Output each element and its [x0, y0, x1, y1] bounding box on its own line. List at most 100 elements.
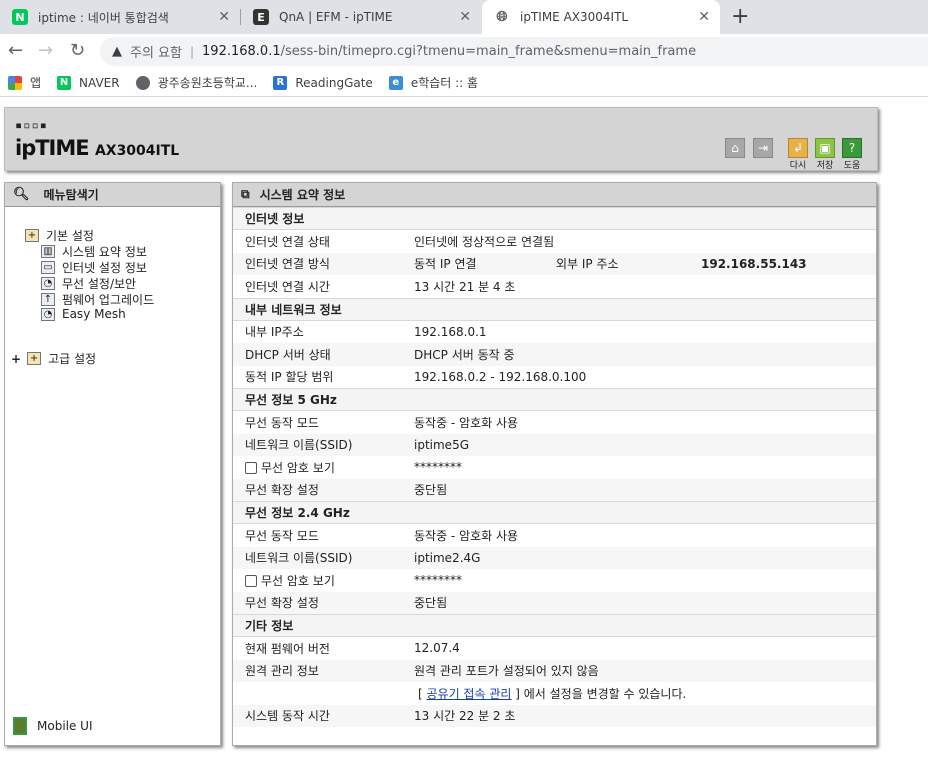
- close-icon[interactable]: ✕: [459, 9, 471, 25]
- hint-suffix: 에서 설정을 변경할 수 있습니다.: [519, 686, 687, 701]
- row-value: 중단됨: [414, 596, 448, 611]
- efm-icon: E: [253, 9, 269, 25]
- tree-label: 고급 설정: [48, 352, 97, 366]
- new-tab-button[interactable]: +: [731, 4, 749, 29]
- tab-title: QnA | EFM - ipTIME: [279, 10, 393, 24]
- row-value: 원격 관리 포트가 설정되어 있지 않음: [414, 664, 599, 679]
- mesh-icon: ◔: [41, 307, 55, 321]
- tree-label: 시스템 요약 정보: [62, 245, 147, 259]
- row-value: 중단됨: [414, 483, 448, 498]
- info-row: 인터넷 연결 시간 13 시간 21 분 4 초: [233, 275, 876, 298]
- help-label[interactable]: 도움: [839, 158, 865, 171]
- forward-icon[interactable]: →: [38, 40, 53, 61]
- monitor-icon: ▭: [41, 261, 55, 274]
- row-label: 인터넷 연결 방식: [245, 257, 330, 272]
- bookmark-label: NAVER: [79, 75, 120, 90]
- row-label: 무선 확장 설정: [245, 483, 319, 498]
- bookmark-naver[interactable]: N NAVER: [57, 75, 120, 90]
- show-password-toggle[interactable]: 무선 암호 보기: [245, 459, 335, 476]
- row-value: 인터넷에 정상적으로 연결됨: [414, 234, 555, 249]
- row-value: 13 시간 21 분 4 초: [414, 279, 516, 294]
- system-summary-panel: ⧉ 시스템 요약 정보 인터넷 정보 인터넷 연결 상태 인터넷에 정상적으로 …: [232, 182, 877, 746]
- info-row: 무선 암호 보기 ********: [233, 456, 876, 479]
- section-title: 기타 정보: [233, 614, 876, 637]
- sidebar-item-easy-mesh[interactable]: ◔ Easy Mesh: [41, 307, 126, 321]
- row-value: 동작중 - 암호화 사용: [414, 415, 519, 430]
- row-label: 원격 관리 정보: [245, 664, 319, 679]
- row-value: 동적 IP 연결: [414, 257, 477, 272]
- row-value: 13 시간 22 분 2 초: [414, 709, 516, 724]
- bookmark-label: 앱: [30, 76, 42, 90]
- apps-grid-icon: [8, 75, 22, 90]
- security-warning-label[interactable]: 주의 요함: [130, 42, 182, 61]
- router-access-link[interactable]: 공유기 접속 관리: [427, 687, 512, 701]
- row-value: 12.07.4: [414, 641, 460, 656]
- row-label: 무선 동작 모드: [245, 415, 319, 430]
- row-label: DHCP 서버 상태: [245, 347, 331, 362]
- brand-logo: ipTIME AX3004ITL: [15, 136, 179, 160]
- tab-iptime-admin[interactable]: 🌐︎ ipTIME AX3004ITL ✕: [482, 0, 720, 34]
- back-icon[interactable]: ←: [8, 40, 23, 61]
- bookmark-school[interactable]: 광주송원초등학교...: [135, 74, 257, 91]
- refresh-label[interactable]: 다시: [785, 158, 811, 171]
- sidebar-item-wireless-security[interactable]: ◔ 무선 설정/보안: [41, 275, 136, 292]
- refresh-icon[interactable]: ↲: [788, 138, 808, 158]
- address-bar[interactable]: ▲ 주의 요함 | 192.168.0.1 /sess-bin/timepro.…: [100, 37, 928, 66]
- show-password-checkbox[interactable]: [245, 462, 257, 475]
- row-label: 현재 펌웨어 버전: [245, 641, 330, 656]
- address-separator: |: [189, 44, 195, 59]
- panel-title: 시스템 요약 정보: [259, 188, 346, 202]
- save-icon[interactable]: ▣: [815, 138, 835, 158]
- folder-icon: +: [25, 229, 39, 242]
- info-row: 시스템 동작 시간 13 시간 22 분 2 초: [233, 704, 876, 727]
- save-label[interactable]: 저장: [812, 158, 838, 171]
- naver-icon: N: [57, 75, 72, 90]
- wireless-icon: ◔: [41, 277, 55, 290]
- row-value: 192.168.0.1: [414, 324, 487, 339]
- close-icon[interactable]: ✕: [218, 9, 230, 25]
- info-row: [ 공유기 접속 관리 ] 에서 설정을 변경할 수 있습니다.: [233, 682, 876, 705]
- section-title: 무선 정보 5 GHz: [233, 388, 876, 411]
- elearning-icon: e: [388, 75, 403, 90]
- row-label: 인터넷 연결 시간: [245, 279, 330, 294]
- row-value: iptime5G: [414, 437, 469, 452]
- menu-explorer-title: 메뉴탐색기: [43, 188, 99, 202]
- sidebar-item-system-summary[interactable]: ▥ 시스템 요약 정보: [41, 243, 147, 260]
- tab-bar: N iptime : 네이버 통합검색 ✕ E QnA | EFM - ipTI…: [0, 0, 928, 34]
- tree-advanced-settings[interactable]: + + 고급 설정: [11, 350, 96, 367]
- logout-icon[interactable]: ⇥: [753, 138, 773, 158]
- bookmark-apps[interactable]: 앱: [8, 74, 41, 91]
- tree-basic-settings[interactable]: + 기본 설정: [25, 227, 94, 244]
- row-value: iptime2.4G: [414, 550, 481, 565]
- bookmark-readinggate[interactable]: R ReadingGate: [273, 75, 373, 90]
- section-title: 인터넷 정보: [233, 207, 876, 230]
- help-icon[interactable]: ?: [842, 138, 862, 158]
- row-label: 무선 암호 보기: [261, 573, 335, 588]
- info-row: 네트워크 이름(SSID) iptime5G: [233, 433, 876, 456]
- home-icon[interactable]: ⌂: [725, 138, 745, 158]
- readinggate-icon: R: [273, 75, 288, 90]
- logo-text: ipTIME: [15, 136, 90, 160]
- tab-naver-search[interactable]: N iptime : 네이버 통합검색 ✕: [0, 0, 240, 34]
- expand-icon[interactable]: +: [11, 352, 21, 366]
- address-bar-row: ← → ↻ ▲ 주의 요함 | 192.168.0.1 /sess-bin/ti…: [0, 34, 928, 69]
- mobile-ui-label: Mobile UI: [37, 719, 93, 733]
- warning-icon[interactable]: ▲: [112, 44, 122, 59]
- row-label: 무선 확장 설정: [245, 596, 319, 611]
- close-icon[interactable]: ✕: [698, 9, 710, 25]
- reload-icon[interactable]: ↻: [70, 40, 85, 61]
- model-name: AX3004ITL: [94, 143, 180, 159]
- sidebar-item-internet-settings[interactable]: ▭ 인터넷 설정 정보: [41, 259, 147, 276]
- show-password-checkbox[interactable]: [245, 575, 257, 588]
- bookmark-elearning[interactable]: e e학습터 :: 홈: [388, 74, 479, 91]
- naver-icon: N: [12, 9, 28, 25]
- row-label: 인터넷 연결 상태: [245, 234, 330, 249]
- mobile-ui-link[interactable]: Mobile UI: [13, 717, 93, 735]
- panel-header: ⧉ 시스템 요약 정보: [233, 183, 876, 207]
- bookmark-label: e학습터 :: 홈: [410, 76, 479, 90]
- info-row: 인터넷 연결 방식 동적 IP 연결 외부 IP 주소 192.168.55.1…: [233, 252, 876, 275]
- info-row: 무선 동작 모드 동작중 - 암호화 사용: [233, 524, 876, 547]
- sidebar-item-firmware-upgrade[interactable]: ↑ 펌웨어 업그레이드: [41, 291, 154, 308]
- tab-efm-qna[interactable]: E QnA | EFM - ipTIME ✕: [241, 0, 481, 34]
- show-password-toggle[interactable]: 무선 암호 보기: [245, 572, 335, 589]
